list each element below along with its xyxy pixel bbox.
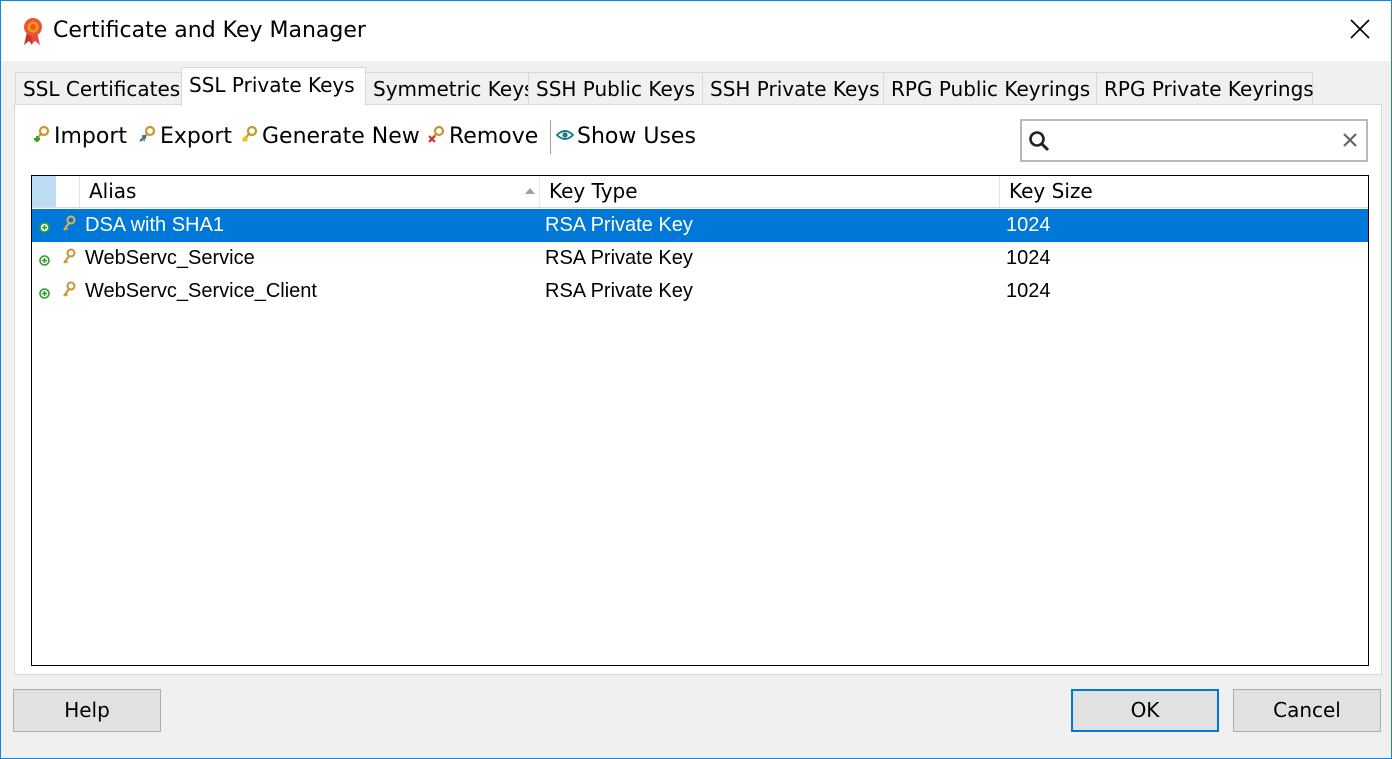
expand-icon[interactable] [39, 253, 50, 271]
table-row[interactable]: WebServc_Service_Client RSA Private Key … [32, 275, 1368, 308]
column-header-key-type[interactable]: Key Type [540, 176, 1000, 207]
row-key-type: RSA Private Key [545, 214, 693, 236]
key-export-icon [139, 121, 157, 142]
table-row[interactable]: WebServc_Service RSA Private Key 1024 [32, 242, 1368, 275]
clear-search-icon[interactable] [1342, 132, 1358, 153]
search-input[interactable] [1060, 125, 1330, 155]
key-icon [61, 248, 77, 273]
key-remove-icon [428, 121, 446, 143]
import-label: Import [54, 124, 128, 149]
generate-new-button[interactable]: Generate New [241, 119, 420, 155]
show-uses-button[interactable]: Show Uses [555, 119, 696, 155]
remove-button[interactable]: Remove [428, 119, 538, 155]
generate-new-label: Generate New [262, 124, 420, 149]
tab-strip: SSL Certificates SSL Private Keys Symmet… [15, 67, 1381, 106]
row-alias: WebServc_Service_Client [85, 280, 317, 302]
table-row[interactable]: DSA with SHA1 RSA Private Key 1024 [32, 209, 1368, 242]
tab-ssh-private-keys[interactable]: SSH Private Keys [702, 72, 884, 105]
row-alias: DSA with SHA1 [85, 214, 224, 236]
search-icon [1028, 130, 1050, 157]
tab-rpg-private-keyrings[interactable]: RPG Private Keyrings [1096, 72, 1314, 105]
column-header-key-size[interactable]: Key Size [1000, 176, 1368, 207]
window-title: Certificate and Key Manager [53, 18, 366, 43]
key-import-icon [33, 121, 51, 142]
tab-ssl-private-keys[interactable]: SSL Private Keys [181, 67, 366, 106]
header-corner[interactable] [32, 176, 56, 207]
toolbar-separator [550, 120, 551, 154]
help-button[interactable]: Help [13, 689, 161, 732]
column-header-alias[interactable]: Alias [80, 176, 540, 207]
dialog-window: Certificate and Key Manager SSL Certific… [0, 0, 1392, 759]
export-label: Export [160, 124, 233, 149]
ribbon-seal-icon [19, 16, 49, 46]
show-uses-label: Show Uses [577, 124, 696, 149]
expand-icon[interactable] [39, 220, 50, 238]
tab-panel: Import Export Generate New Remove Show U… [14, 104, 1382, 675]
row-alias: WebServc_Service [85, 247, 255, 269]
cancel-button[interactable]: Cancel [1233, 689, 1381, 732]
close-button[interactable] [1329, 1, 1391, 59]
tab-ssl-certificates[interactable]: SSL Certificates [15, 72, 182, 105]
close-icon [1350, 19, 1370, 39]
export-button[interactable]: Export [139, 119, 232, 155]
expand-icon[interactable] [39, 286, 50, 304]
header-icon-column [56, 176, 80, 207]
ok-button[interactable]: OK [1071, 689, 1219, 732]
title-bar[interactable]: Certificate and Key Manager [1, 1, 1391, 61]
keys-table: Alias Key Type Key Size DSA with SHA1 RS… [31, 175, 1369, 666]
eye-icon [555, 121, 575, 141]
row-key-size: 1024 [1006, 214, 1051, 236]
row-key-type: RSA Private Key [545, 247, 693, 269]
row-key-size: 1024 [1006, 280, 1051, 302]
row-key-size: 1024 [1006, 247, 1051, 269]
key-generate-icon [241, 121, 259, 142]
row-key-type: RSA Private Key [545, 280, 693, 302]
tab-ssh-public-keys[interactable]: SSH Public Keys [528, 72, 703, 105]
key-icon [61, 281, 77, 306]
import-button[interactable]: Import [33, 119, 127, 155]
search-box [1020, 119, 1368, 162]
remove-label: Remove [449, 124, 539, 149]
tab-rpg-public-keyrings[interactable]: RPG Public Keyrings [883, 72, 1097, 105]
key-icon [61, 215, 77, 240]
column-header-alias-label: Alias [89, 179, 137, 203]
table-header: Alias Key Type Key Size [32, 176, 1368, 208]
tab-symmetric-keys[interactable]: Symmetric Keys [365, 72, 534, 105]
sort-ascending-icon [525, 188, 535, 194]
